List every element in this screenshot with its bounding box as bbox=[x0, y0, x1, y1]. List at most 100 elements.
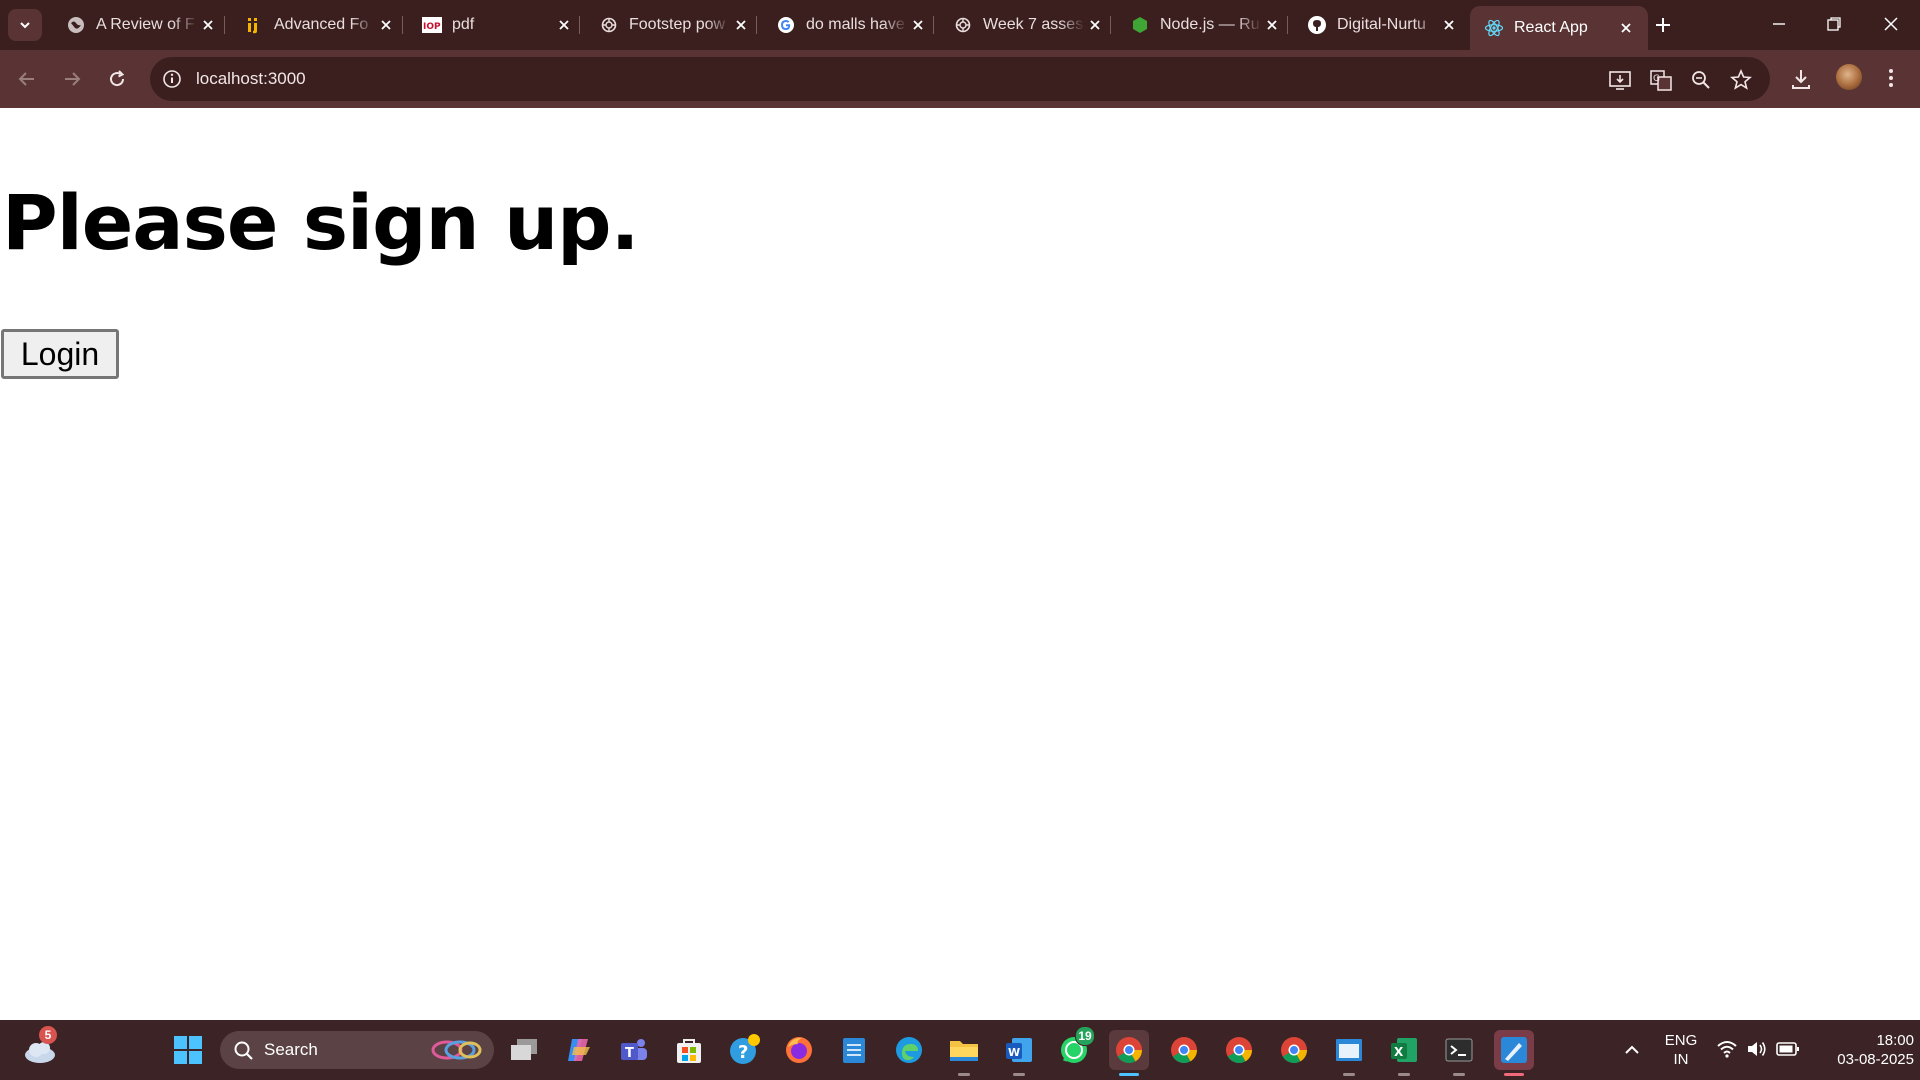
zoom-icon[interactable] bbox=[1690, 69, 1712, 96]
close-tab-icon[interactable] bbox=[1616, 18, 1636, 38]
url-text[interactable]: localhost:3000 bbox=[196, 69, 306, 89]
browser-tab[interactable]: do malls have bbox=[762, 6, 940, 44]
tab-search-button[interactable] bbox=[8, 9, 42, 41]
browser-tab[interactable]: Week 7 asses bbox=[939, 6, 1117, 44]
svg-text:IOP: IOP bbox=[423, 22, 441, 32]
running-indicator bbox=[1343, 1073, 1355, 1076]
close-tab-icon[interactable] bbox=[376, 15, 396, 35]
minimize-icon[interactable] bbox=[1768, 13, 1790, 40]
volume-icon[interactable] bbox=[1746, 1039, 1768, 1064]
chrome-profile-icon[interactable] bbox=[1274, 1030, 1314, 1070]
chrome-profile-icon[interactable] bbox=[1219, 1030, 1259, 1070]
browser-tab[interactable]: A Review of F bbox=[52, 6, 230, 44]
react-icon bbox=[1484, 18, 1504, 38]
chevron-down-icon bbox=[20, 22, 30, 29]
login-button[interactable]: Login bbox=[1, 329, 119, 379]
browser-toolbar: localhost:3000 G bbox=[0, 50, 1920, 108]
tab-separator bbox=[1110, 16, 1111, 34]
tab-title: Node.js — Ru bbox=[1160, 16, 1260, 33]
teams-icon[interactable]: T bbox=[614, 1030, 654, 1070]
paint-app-icon[interactable] bbox=[1494, 1030, 1534, 1076]
tab-title: Digital-Nurtu bbox=[1337, 16, 1426, 33]
notification-badge: 19 bbox=[1075, 1026, 1095, 1046]
close-tab-icon[interactable] bbox=[1085, 15, 1105, 35]
tab-separator bbox=[402, 16, 403, 34]
bookmark-star-icon[interactable] bbox=[1730, 68, 1752, 96]
terminal-icon[interactable] bbox=[1439, 1030, 1479, 1076]
close-tab-icon[interactable] bbox=[908, 15, 928, 35]
firefox-icon[interactable] bbox=[779, 1030, 819, 1070]
ij-icon bbox=[244, 15, 264, 35]
language-indicator[interactable]: ENG IN bbox=[1660, 1031, 1702, 1069]
close-tab-icon[interactable] bbox=[731, 15, 751, 35]
tab-separator bbox=[933, 16, 934, 34]
browser-tab[interactable]: Advanced Fo bbox=[230, 6, 408, 44]
store-icon[interactable] bbox=[669, 1030, 709, 1070]
iop-pdf-icon: IOP bbox=[422, 15, 442, 35]
page-viewport: Please sign up. Login bbox=[0, 108, 1920, 1020]
tab-title: Week 7 asses bbox=[983, 16, 1084, 33]
tab-separator bbox=[756, 16, 757, 34]
word-icon[interactable]: W bbox=[999, 1030, 1039, 1076]
excel-icon[interactable]: X bbox=[1384, 1030, 1424, 1076]
file-explorer-icon[interactable] bbox=[944, 1030, 984, 1076]
restore-icon[interactable] bbox=[1823, 13, 1845, 40]
address-bar[interactable]: localhost:3000 G bbox=[150, 57, 1770, 101]
tab-title: Advanced Fo bbox=[274, 16, 369, 33]
svg-text:W: W bbox=[1008, 1046, 1020, 1059]
browser-tab[interactable]: Footstep pow bbox=[585, 6, 763, 44]
tab-title: Footstep pow bbox=[629, 16, 726, 33]
chatgpt-icon bbox=[953, 15, 973, 35]
github-icon bbox=[1307, 15, 1327, 35]
edge-icon[interactable] bbox=[889, 1030, 929, 1070]
chevron-up-icon[interactable] bbox=[1622, 1040, 1642, 1065]
browser-tab[interactable]: IOP pdf bbox=[408, 6, 586, 44]
running-indicator bbox=[958, 1073, 970, 1076]
back-arrow-icon[interactable] bbox=[15, 67, 39, 91]
battery-icon[interactable] bbox=[1776, 1040, 1800, 1063]
close-tab-icon[interactable] bbox=[198, 15, 218, 35]
close-window-icon[interactable] bbox=[1880, 13, 1902, 40]
browser-tab[interactable]: Node.js — Ru bbox=[1116, 6, 1294, 44]
browser-tab-active[interactable]: React App bbox=[1470, 6, 1648, 50]
notepad-icon[interactable] bbox=[834, 1030, 874, 1070]
tab-separator bbox=[579, 16, 580, 34]
help-icon[interactable]: ? bbox=[724, 1030, 764, 1070]
new-tab-plus-icon[interactable] bbox=[1652, 14, 1674, 41]
browser-tab-strip: A Review of F Advanced Fo IOP pdf Footst… bbox=[0, 0, 1920, 50]
clock[interactable]: 18:00 03-08-2025 bbox=[1810, 1031, 1914, 1069]
close-tab-icon[interactable] bbox=[554, 15, 574, 35]
site-info-icon[interactable] bbox=[160, 67, 184, 96]
profile-avatar[interactable] bbox=[1836, 64, 1862, 90]
whatsapp-icon[interactable]: 19 bbox=[1054, 1026, 1095, 1070]
chrome-icon[interactable] bbox=[1109, 1030, 1149, 1076]
weather-widget[interactable]: 5 bbox=[20, 1026, 60, 1070]
install-app-icon[interactable] bbox=[1608, 69, 1632, 96]
task-view-icon[interactable] bbox=[504, 1030, 544, 1070]
wifi-icon[interactable] bbox=[1716, 1039, 1738, 1064]
active-app-indicator bbox=[1119, 1073, 1139, 1076]
svg-text:G: G bbox=[1653, 74, 1660, 84]
reload-icon[interactable] bbox=[105, 67, 129, 91]
search-icon bbox=[233, 1040, 255, 1067]
running-indicator bbox=[1398, 1073, 1410, 1076]
svg-text:T: T bbox=[625, 1046, 634, 1061]
browser-tab[interactable]: Digital-Nurtu bbox=[1293, 6, 1471, 44]
clock-time: 18:00 bbox=[1876, 1032, 1914, 1049]
forward-arrow-icon[interactable] bbox=[60, 67, 84, 91]
taskbar-search-box[interactable]: Search bbox=[220, 1031, 494, 1069]
downloads-icon[interactable] bbox=[1790, 67, 1812, 96]
svg-text:X: X bbox=[1394, 1045, 1404, 1059]
copilot-icon[interactable] bbox=[559, 1030, 599, 1070]
tab-separator bbox=[224, 16, 225, 34]
more-menu-icon[interactable] bbox=[1886, 67, 1896, 94]
language-region: IN bbox=[1673, 1051, 1689, 1068]
start-windows-icon[interactable] bbox=[168, 1030, 208, 1070]
window-app-icon[interactable] bbox=[1329, 1030, 1369, 1076]
tab-title: React App bbox=[1514, 19, 1588, 36]
translate-icon[interactable]: G bbox=[1649, 69, 1673, 96]
chrome-profile-icon[interactable] bbox=[1164, 1030, 1204, 1070]
close-tab-icon[interactable] bbox=[1439, 15, 1459, 35]
search-highlight-icon bbox=[430, 1038, 484, 1067]
close-tab-icon[interactable] bbox=[1262, 15, 1282, 35]
